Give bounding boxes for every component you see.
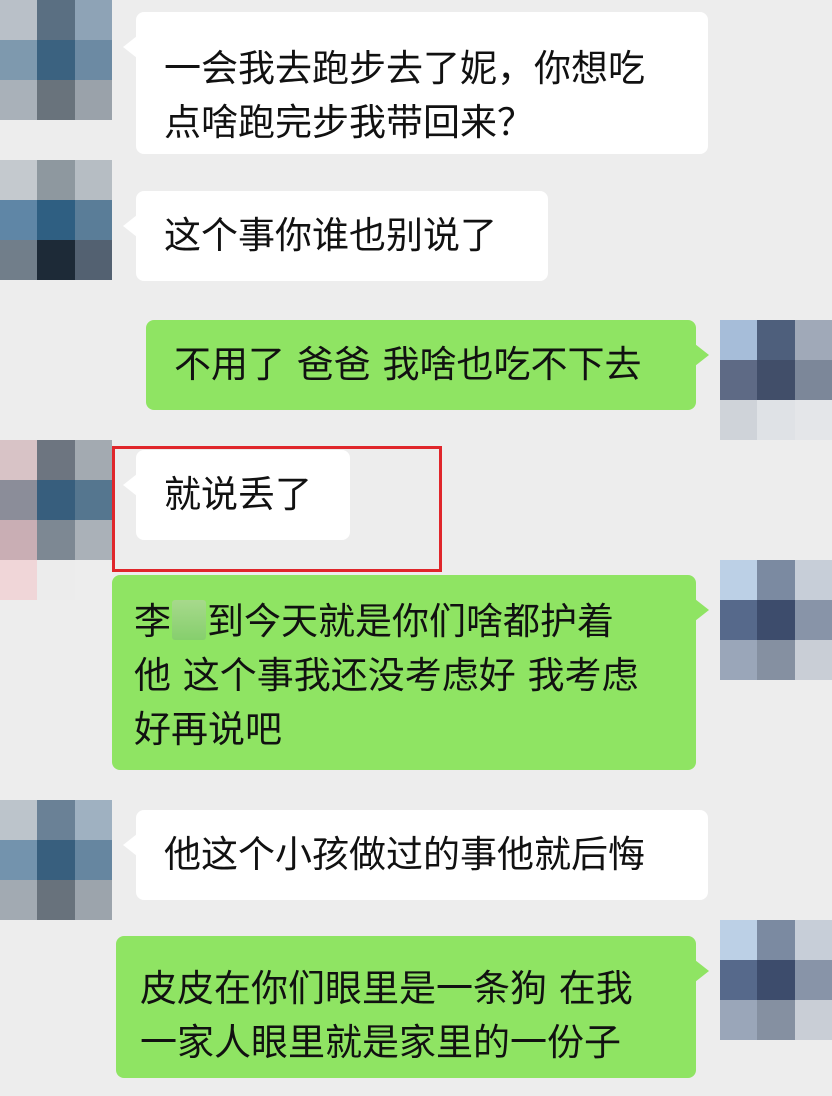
contact-avatar[interactable] [0,0,112,120]
my-avatar[interactable] [720,560,832,680]
bubble-tail [123,36,137,58]
bubble-tail [695,960,709,982]
message-text: 就说丢了 [164,473,312,516]
my-avatar[interactable] [720,320,832,440]
bubble-tail [695,599,709,621]
bubble-tail [123,474,137,496]
message-bubble-sent[interactable]: 李到今天就是你们啥都护着 他 这个事我还没考虑好 我考虑 好再说吧 [112,575,709,770]
my-avatar[interactable] [720,920,832,1040]
message-bubble-sent[interactable]: 皮皮在你们眼里是一条狗 在我 一家人眼里就是家里的一份子 [116,936,709,1078]
message-text: 一会我去跑步去了妮，你想吃 点啥跑完步我带回来？ [164,47,645,144]
message-text: 李到今天就是你们啥都护着 他 这个事我还没考虑好 我考虑 好再说吧 [134,595,696,757]
message-text: 皮皮在你们眼里是一条狗 在我 一家人眼里就是家里的一份子 [140,967,633,1064]
bubble-tail [123,215,137,237]
message-bubble-received[interactable]: 就说丢了 [123,450,350,540]
message-text: 不用了 爸爸 我啥也吃不下去 [174,343,642,386]
message-bubble-received[interactable]: 他这个小孩做过的事他就后悔 [123,810,708,900]
message-text-start: 李 [134,600,171,643]
message-bubble-received[interactable]: 一会我去跑步去了妮，你想吃 点啥跑完步我带回来？ [123,12,708,154]
bubble-tail [123,834,137,856]
contact-avatar[interactable] [0,160,112,280]
message-text: 他这个小孩做过的事他就后悔 [164,833,645,876]
message-bubble-received[interactable]: 这个事你谁也别说了 [123,191,548,281]
message-text: 这个事你谁也别说了 [164,214,497,257]
censored-name-blur [172,600,206,640]
bubble-tail [695,344,709,366]
contact-avatar[interactable] [0,800,112,920]
contact-avatar[interactable] [0,440,112,600]
message-bubble-sent[interactable]: 不用了 爸爸 我啥也吃不下去 [146,320,709,410]
message-text-rest: 到今天就是你们啥都护着 他 这个事我还没考虑好 我考虑 好再说吧 [134,600,639,751]
